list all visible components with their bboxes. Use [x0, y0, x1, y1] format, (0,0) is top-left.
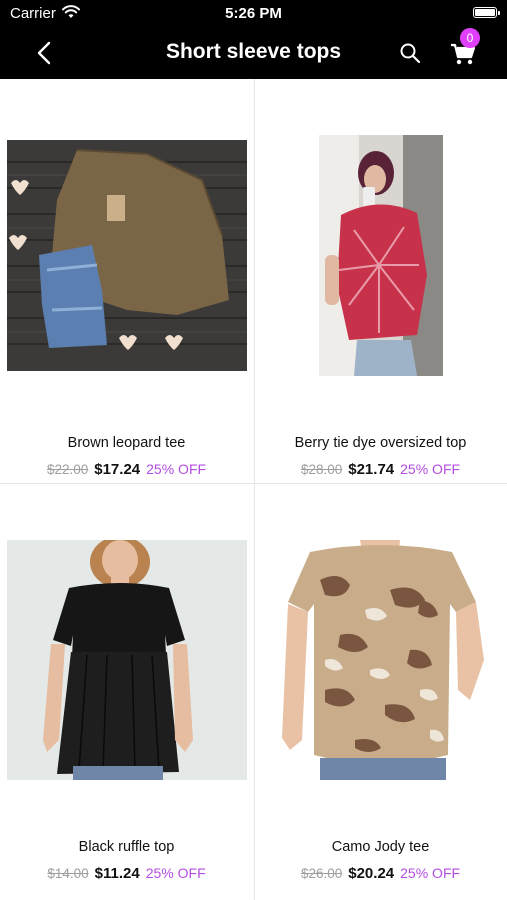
original-price: $26.00	[300, 866, 343, 881]
product-name: Black ruffle top	[78, 839, 175, 855]
product-name: Brown leopard tee	[67, 435, 186, 451]
sale-price: $21.74	[348, 461, 395, 478]
product-card[interactable]: Camo Jody tee $26.00 $20.24 25% OFF	[254, 484, 507, 888]
product-image[interactable]	[319, 135, 443, 376]
discount-label: 25% OFF	[400, 461, 461, 477]
product-grid: Brown leopard tee $22.00 $17.24 25% OFF	[0, 79, 507, 900]
product-price-row: $28.00 $21.74 25% OFF	[254, 461, 507, 478]
product-image[interactable]	[7, 140, 247, 371]
status-time: 5:26 PM	[225, 5, 282, 22]
cart-count-badge: 0	[460, 28, 480, 48]
product-card[interactable]: Black ruffle top $14.00 $11.24 25% OFF	[0, 484, 253, 888]
discount-label: 25% OFF	[145, 865, 206, 881]
battery-icon	[473, 7, 500, 18]
discount-label: 25% OFF	[146, 461, 207, 477]
product-price-row: $14.00 $11.24 25% OFF	[0, 865, 253, 882]
original-price: $22.00	[46, 462, 89, 477]
product-card[interactable]: Berry tie dye oversized top $28.00 $21.74…	[254, 79, 507, 483]
sale-price: $17.24	[94, 461, 141, 478]
discount-label: 25% OFF	[400, 865, 461, 881]
product-name: Berry tie dye oversized top	[294, 435, 467, 451]
product-image[interactable]	[7, 540, 247, 780]
search-button[interactable]	[398, 41, 422, 65]
search-icon	[400, 43, 421, 64]
status-bar: Carrier 5:26 PM	[0, 0, 507, 28]
product-price-row: $22.00 $17.24 25% OFF	[0, 461, 253, 478]
sale-price: $20.24	[348, 865, 395, 882]
original-price: $28.00	[300, 462, 343, 477]
product-name: Camo Jody tee	[331, 839, 430, 855]
sale-price: $11.24	[94, 865, 140, 882]
product-card[interactable]: Brown leopard tee $22.00 $17.24 25% OFF	[0, 79, 253, 483]
navigation-bar: Short sleeve tops 0	[0, 28, 507, 79]
product-price-row: $26.00 $20.24 25% OFF	[254, 865, 507, 882]
original-price: $14.00	[47, 866, 89, 881]
page-title: Short sleeve tops	[165, 40, 342, 63]
product-image[interactable]	[280, 540, 485, 780]
